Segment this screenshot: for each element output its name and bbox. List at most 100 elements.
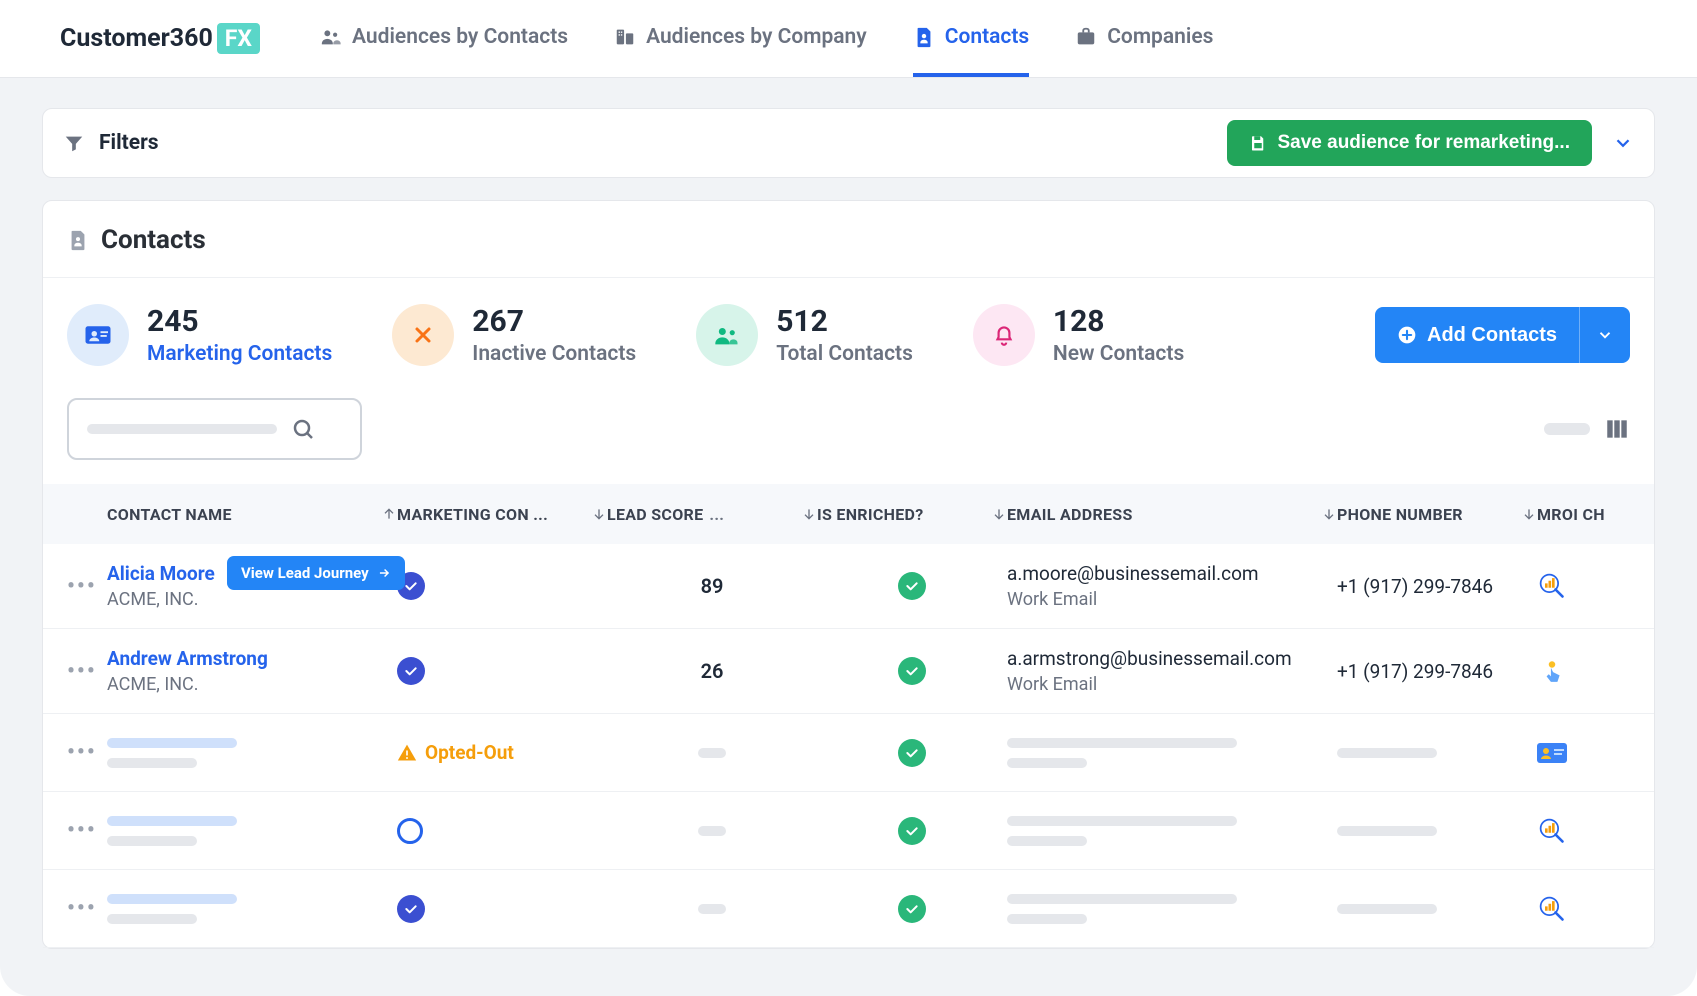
enriched-check-icon xyxy=(898,572,926,600)
tab-label: Audiences by Contacts xyxy=(352,25,568,49)
arrow-up-icon xyxy=(381,506,397,522)
briefcase-icon xyxy=(1075,26,1097,48)
row-menu-button[interactable]: ••• xyxy=(67,740,107,765)
contact-phone: +1 (917) 299-7846 xyxy=(1337,575,1493,598)
view-lead-journey-button[interactable]: View Lead Journey xyxy=(227,556,405,590)
tab-audiences-company[interactable]: Audiences by Company xyxy=(614,1,867,77)
search-icon xyxy=(291,417,315,441)
arrow-down-icon xyxy=(591,506,607,522)
nav-tabs: Audiences by Contacts Audiences by Compa… xyxy=(320,1,1213,77)
stat-label: New Contacts xyxy=(1053,342,1184,366)
enriched-check-icon xyxy=(898,657,926,685)
row-menu-button[interactable]: ••• xyxy=(67,659,107,684)
plus-circle-icon xyxy=(1397,325,1417,345)
stat-new-contacts[interactable]: 128 New Contacts xyxy=(973,304,1184,366)
contact-phone: +1 (917) 299-7846 xyxy=(1337,660,1493,683)
stat-label: Marketing Contacts xyxy=(147,342,332,366)
stat-label: Total Contacts xyxy=(776,342,913,366)
contact-name-link[interactable]: Alicia Moore xyxy=(107,562,215,585)
stats-row: 245 Marketing Contacts 267 Inactive Cont… xyxy=(43,278,1654,392)
view-option-skeleton xyxy=(1544,423,1590,435)
filters-bar: Filters Save audience for remarketing... xyxy=(42,108,1655,178)
arrow-down-icon xyxy=(1521,506,1537,522)
mroi-channel-icon[interactable] xyxy=(1537,816,1567,846)
enriched-check-icon xyxy=(898,739,926,767)
contacts-group-icon xyxy=(320,26,342,48)
consent-empty-icon xyxy=(397,818,423,844)
add-contacts-button[interactable]: Add Contacts xyxy=(1375,307,1630,363)
filters-toggle[interactable]: Filters xyxy=(63,131,159,155)
col-mroi[interactable]: MROI CH xyxy=(1537,505,1627,524)
save-icon xyxy=(1249,134,1267,152)
id-card-icon xyxy=(67,304,129,366)
arrow-down-icon xyxy=(991,506,1007,522)
stat-total-contacts[interactable]: 512 Total Contacts xyxy=(696,304,913,366)
tab-label: Companies xyxy=(1107,25,1213,49)
enriched-check-icon xyxy=(898,895,926,923)
contact-doc-icon xyxy=(913,26,935,48)
table-row: •••Andrew Armstrong ACME, INC. 26 a.armstro… xyxy=(43,629,1654,714)
arrow-down-icon xyxy=(1321,506,1337,522)
filters-label: Filters xyxy=(99,131,159,155)
mroi-channel-icon[interactable] xyxy=(1537,656,1567,686)
contact-name-link[interactable]: Andrew Armstrong xyxy=(107,647,268,670)
consent-checked-icon xyxy=(397,895,425,923)
save-audience-label: Save audience for remarketing... xyxy=(1277,132,1570,154)
col-email-address[interactable]: EMAIL ADDRESS xyxy=(1007,505,1337,524)
row-menu-button[interactable]: ••• xyxy=(67,574,107,599)
search-input[interactable] xyxy=(67,398,362,460)
stat-value: 512 xyxy=(776,305,913,338)
consent-checked-icon xyxy=(397,657,425,685)
arrow-down-icon xyxy=(801,506,817,522)
tab-companies[interactable]: Companies xyxy=(1075,1,1213,77)
stat-marketing-contacts[interactable]: 245 Marketing Contacts xyxy=(67,304,332,366)
logo: Customer360 FX xyxy=(60,23,260,54)
add-contacts-label: Add Contacts xyxy=(1427,324,1557,347)
tab-label: Contacts xyxy=(945,25,1029,49)
row-menu-button[interactable]: ••• xyxy=(67,896,107,921)
top-nav: Customer360 FX Audiences by Contacts Aud… xyxy=(0,0,1697,78)
table-row: ••• xyxy=(43,792,1654,870)
contact-email: a.armstrong@businessemail.com xyxy=(1007,647,1292,670)
contact-doc-icon xyxy=(67,227,89,253)
tab-audiences-contacts[interactable]: Audiences by Contacts xyxy=(320,1,568,77)
email-type: Work Email xyxy=(1007,589,1259,610)
tab-contacts[interactable]: Contacts xyxy=(913,1,1029,77)
table-row: •••Alicia Moore View Lead Journey ACME, IN… xyxy=(43,544,1654,629)
contact-company: ACME, INC. xyxy=(107,589,215,610)
col-lead-score[interactable]: LEAD SCORE ... xyxy=(607,505,817,524)
people-icon xyxy=(696,304,758,366)
contacts-table: CONTACT NAME MARKETING CON ... LEAD SCOR… xyxy=(43,484,1654,948)
stat-inactive-contacts[interactable]: 267 Inactive Contacts xyxy=(392,304,636,366)
mroi-channel-icon[interactable] xyxy=(1537,738,1567,768)
col-contact-name[interactable]: CONTACT NAME xyxy=(107,505,397,524)
mroi-channel-icon[interactable] xyxy=(1537,571,1567,601)
x-icon xyxy=(392,304,454,366)
filter-icon xyxy=(63,132,85,154)
bell-icon xyxy=(973,304,1035,366)
add-contacts-dropdown[interactable] xyxy=(1579,307,1630,363)
col-marketing-consent[interactable]: MARKETING CON ... xyxy=(397,505,607,524)
table-row: ••• xyxy=(43,870,1654,948)
logo-text: Customer360 xyxy=(60,24,213,53)
email-type: Work Email xyxy=(1007,674,1292,695)
panel-title: Contacts xyxy=(101,225,206,255)
contact-company: ACME, INC. xyxy=(107,674,268,695)
mroi-channel-icon[interactable] xyxy=(1537,894,1567,924)
search-placeholder-skeleton xyxy=(87,424,277,434)
row-menu-button[interactable]: ••• xyxy=(67,818,107,843)
panel-header: Contacts xyxy=(43,225,1654,278)
col-phone-number[interactable]: PHONE NUMBER xyxy=(1337,505,1537,524)
table-header: CONTACT NAME MARKETING CON ... LEAD SCOR… xyxy=(43,484,1654,544)
stat-value: 245 xyxy=(147,305,332,338)
columns-icon[interactable] xyxy=(1604,416,1630,442)
contact-email: a.moore@businessemail.com xyxy=(1007,562,1259,585)
lead-score: 26 xyxy=(701,659,724,683)
stat-value: 128 xyxy=(1053,305,1184,338)
logo-badge: FX xyxy=(217,23,260,54)
save-audience-button[interactable]: Save audience for remarketing... xyxy=(1227,120,1592,166)
col-is-enriched[interactable]: IS ENRICHED? xyxy=(817,505,1007,524)
tab-label: Audiences by Company xyxy=(646,25,867,49)
consent-opted-out: Opted-Out xyxy=(397,741,514,764)
filters-expand-toggle[interactable] xyxy=(1612,132,1634,154)
